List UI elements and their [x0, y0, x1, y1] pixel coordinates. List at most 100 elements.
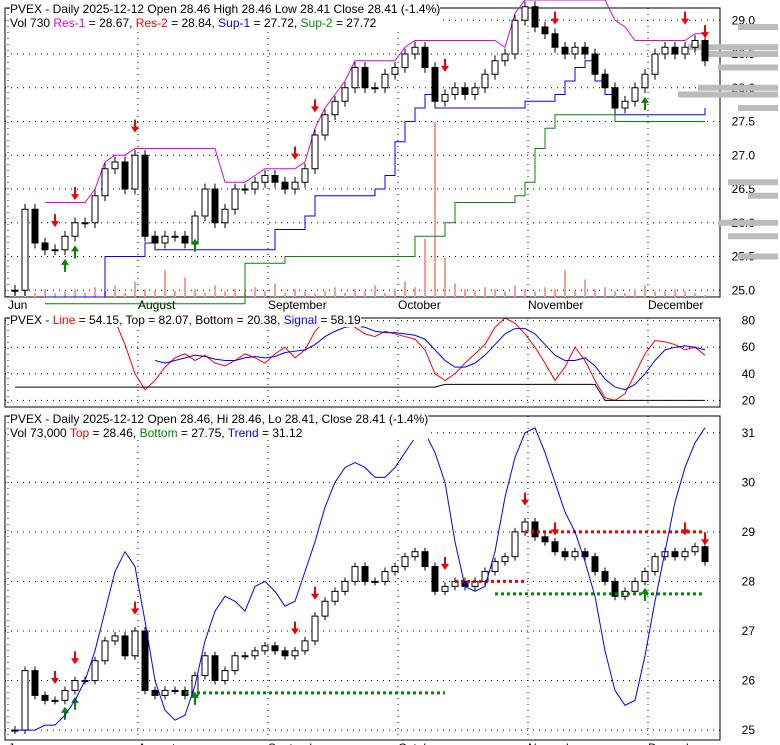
trend-label: Trend — [227, 426, 259, 440]
x-tick-label: December — [648, 741, 703, 745]
volume-bar — [224, 291, 226, 297]
candle-body — [321, 114, 329, 136]
candle-body — [441, 94, 449, 102]
panel3-header: PVEX - Daily 2025-12-12 Open 28.46, Hi 2… — [10, 412, 429, 440]
volume-profile-bar — [738, 253, 778, 260]
candle-body — [341, 87, 349, 102]
candle-body — [541, 26, 549, 35]
candle-body — [621, 100, 629, 109]
y-tick-label: 25 — [742, 723, 756, 737]
p3-candle-body — [51, 699, 59, 702]
levels-line: Vol 730 Res-1 = 28.67, Res-2 = 28.84, Su… — [10, 16, 440, 30]
p3-candle-body — [411, 551, 419, 558]
volume-bar — [194, 289, 196, 297]
volume-bar — [134, 281, 136, 297]
trend-value: = 31.12 — [258, 426, 303, 440]
candle-body — [531, 6, 539, 28]
p3-candle-body — [641, 571, 649, 582]
sell-arrow-icon — [681, 11, 689, 25]
candle-body — [221, 208, 229, 224]
panel-frame-1 — [4, 7, 721, 298]
volume-bar — [434, 122, 436, 297]
candle-body — [241, 188, 249, 191]
volume-profile-bar — [738, 24, 778, 30]
p3-candle-body — [231, 655, 239, 672]
volume-profile-bar — [748, 192, 778, 199]
p3-candle-body — [271, 645, 279, 652]
candle-body — [151, 235, 159, 244]
candle-body — [271, 175, 279, 183]
p3-candle-body — [221, 670, 229, 682]
volume-bar — [634, 289, 636, 297]
volume-bar — [354, 289, 356, 297]
p3-candle-body — [391, 566, 399, 573]
candle-body — [131, 154, 139, 190]
p3-candle-body — [701, 546, 709, 563]
line-values: = 54.15, Top = 82.07, Bottom = 20.38, — [75, 313, 284, 327]
volume-profile-bar — [718, 219, 778, 226]
volume-bar — [74, 289, 76, 297]
volume-label-3: Vol 73,000 — [10, 426, 70, 440]
top-label: Top — [69, 426, 90, 440]
candle-body — [161, 235, 169, 244]
sup2-label: Sup-2 — [300, 16, 333, 30]
volume-profile-bar — [708, 51, 778, 57]
sell-arrow-icon — [71, 651, 79, 665]
p3-candle-body — [591, 556, 599, 573]
volume-bar — [174, 291, 176, 297]
ohlc-line: PVEX - Daily 2025-12-12 Open 28.46 High … — [10, 2, 441, 16]
panel2-header: PVEX - Line = 54.15, Top = 82.07, Bottom… — [10, 313, 361, 327]
candle-body — [351, 67, 359, 89]
sell-arrow-icon — [311, 586, 319, 600]
p3-candle-body — [571, 551, 579, 558]
sell-arrow-icon — [311, 99, 319, 113]
buy-arrow-icon — [61, 258, 69, 272]
candle-body — [171, 235, 179, 238]
volume-bar — [84, 293, 86, 297]
x-tick-label: September — [268, 298, 327, 312]
ohlc-line-3: PVEX - Daily 2025-12-12 Open 28.46, Hi 2… — [10, 412, 429, 426]
volume-bar — [344, 293, 346, 297]
line-line — [114, 317, 706, 401]
p3-candle-body — [111, 635, 119, 642]
p3-candle-body — [211, 655, 219, 682]
panel1-header: PVEX - Daily 2025-12-12 Open 28.46 High … — [10, 2, 441, 30]
p3-candle-body — [361, 566, 369, 582]
x-tick-label: August — [138, 741, 176, 745]
p3-candle-body — [351, 566, 359, 582]
ticker: PVEX - — [10, 313, 53, 327]
volume-profile-bar — [718, 64, 778, 71]
p3-candle-body — [91, 660, 99, 682]
y-tick-label: 80 — [742, 314, 756, 328]
x-tick-label: August — [138, 298, 176, 312]
volume-bar — [704, 295, 706, 297]
y-tick-label: 30 — [742, 475, 756, 489]
p3-candle-body — [381, 571, 389, 582]
p3-candle-body — [291, 650, 299, 657]
candle-body — [391, 67, 399, 75]
candle-body — [411, 46, 419, 55]
candle-body — [461, 87, 469, 95]
volume-bar — [144, 289, 146, 297]
candle-body — [611, 87, 619, 109]
candle-body — [31, 208, 39, 244]
candle-body — [651, 53, 659, 75]
top-value: = 28.46, — [89, 426, 140, 440]
candle-body — [581, 46, 589, 55]
volume-bar — [274, 283, 276, 297]
p3-candle-body — [681, 551, 689, 558]
sell-arrow-icon — [681, 522, 689, 536]
sell-arrow-icon — [551, 522, 559, 536]
p3-candle-body — [531, 521, 539, 538]
candle-body — [211, 188, 219, 224]
p3-candle-body — [671, 551, 679, 558]
volume-bar — [234, 289, 236, 297]
volume-bar — [204, 293, 206, 297]
volume-bar — [604, 287, 606, 297]
volume-bar — [554, 289, 556, 297]
p3-candle-body — [21, 670, 29, 731]
candle-body — [421, 46, 429, 68]
candle-body — [701, 40, 709, 62]
candle-body — [691, 40, 699, 48]
p3-candle-body — [541, 536, 549, 543]
